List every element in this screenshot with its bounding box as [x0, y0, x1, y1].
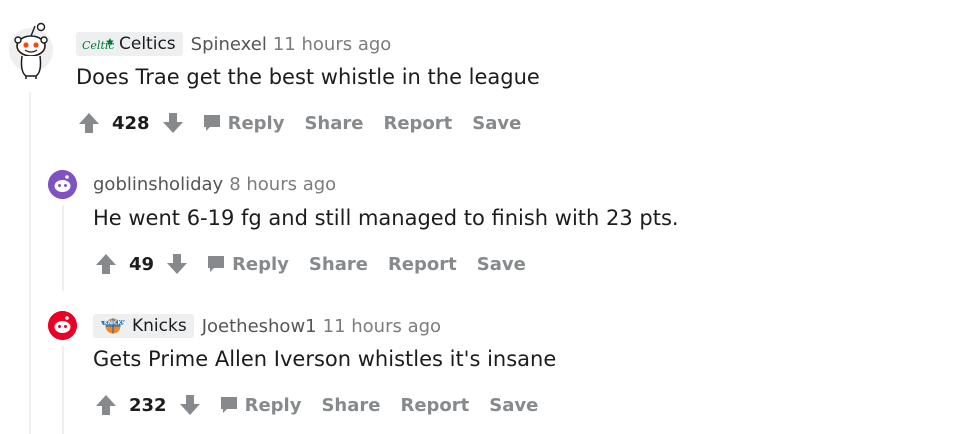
avatar[interactable] — [8, 22, 54, 80]
svg-text:KNICKS: KNICKS — [104, 321, 125, 327]
upvote-button[interactable] — [93, 392, 119, 418]
report-button[interactable]: Report — [400, 395, 469, 416]
comment-meta: goblinsholiday 8 hours ago — [93, 174, 336, 195]
reply-button[interactable]: Reply — [219, 394, 302, 416]
downvote-button[interactable] — [164, 251, 190, 277]
save-button[interactable]: Save — [472, 113, 521, 134]
comment-meta: Celtics Celtics Spinexel 11 hours ago — [76, 32, 391, 56]
reply-button[interactable]: Reply — [202, 112, 285, 134]
report-button[interactable]: Report — [388, 254, 457, 275]
share-button[interactable]: Share — [309, 254, 368, 275]
avatar[interactable] — [48, 311, 77, 340]
comment-body: He went 6-19 fg and still managed to fin… — [93, 206, 679, 230]
vote-score: 428 — [112, 112, 150, 134]
comment-bubble-icon — [202, 113, 222, 133]
default-avatar-icon — [48, 311, 77, 340]
reply-label: Reply — [232, 253, 289, 275]
vote-score: 49 — [129, 253, 155, 275]
downvote-button[interactable] — [177, 392, 203, 418]
username[interactable]: goblinsholiday — [93, 174, 223, 195]
default-avatar-icon — [48, 170, 77, 199]
flair-text: Knicks — [132, 316, 187, 336]
save-button[interactable]: Save — [489, 395, 538, 416]
user-flair[interactable]: KNICKS Knicks — [93, 314, 194, 338]
reply-button[interactable]: Reply — [206, 254, 289, 275]
thread-line-reply-2[interactable] — [62, 346, 64, 434]
timestamp[interactable]: 8 hours ago — [229, 174, 336, 195]
avatar[interactable] — [48, 170, 77, 199]
downvote-icon — [167, 254, 188, 274]
comment-bubble-icon — [219, 395, 239, 415]
thread-line-reply-1[interactable] — [62, 205, 64, 291]
snoo-avatar-icon — [9, 22, 53, 79]
username[interactable]: Spinexel — [191, 34, 267, 55]
timestamp[interactable]: 11 hours ago — [273, 34, 391, 55]
comment-actions: 232 Reply Share Report Save — [93, 392, 538, 418]
comment-meta: KNICKS Knicks Joetheshow1 11 hours ago — [93, 314, 441, 338]
thread-line-main[interactable] — [29, 92, 31, 434]
reply-label: Reply — [244, 394, 302, 416]
comment-body: Gets Prime Allen Iverson whistles it's i… — [93, 347, 557, 371]
comment-actions: 428 Reply Share Report Save — [76, 110, 521, 136]
timestamp[interactable]: 11 hours ago — [323, 316, 441, 337]
downvote-icon — [179, 395, 200, 415]
downvote-button[interactable] — [160, 110, 186, 136]
reply-label: Reply — [227, 112, 285, 134]
celtics-logo-icon: Celtics — [82, 36, 114, 52]
downvote-icon — [162, 113, 183, 133]
username[interactable]: Joetheshow1 — [202, 316, 317, 337]
upvote-icon — [79, 113, 99, 133]
comment-bubble-icon — [206, 254, 226, 274]
upvote-button[interactable] — [76, 110, 102, 136]
flair-text: Celtics — [119, 34, 176, 54]
user-flair[interactable]: Celtics Celtics — [76, 32, 183, 56]
share-button[interactable]: Share — [304, 113, 363, 134]
upvote-icon — [96, 395, 116, 415]
knicks-logo-icon: KNICKS — [99, 317, 127, 335]
report-button[interactable]: Report — [383, 113, 452, 134]
save-button[interactable]: Save — [477, 254, 526, 275]
upvote-button[interactable] — [93, 251, 119, 277]
comment-actions: 49 Reply Share Report Save — [93, 251, 526, 277]
upvote-icon — [96, 254, 116, 274]
share-button[interactable]: Share — [321, 395, 380, 416]
vote-score: 232 — [129, 394, 167, 416]
comment-body: Does Trae get the best whistle in the le… — [76, 65, 540, 89]
